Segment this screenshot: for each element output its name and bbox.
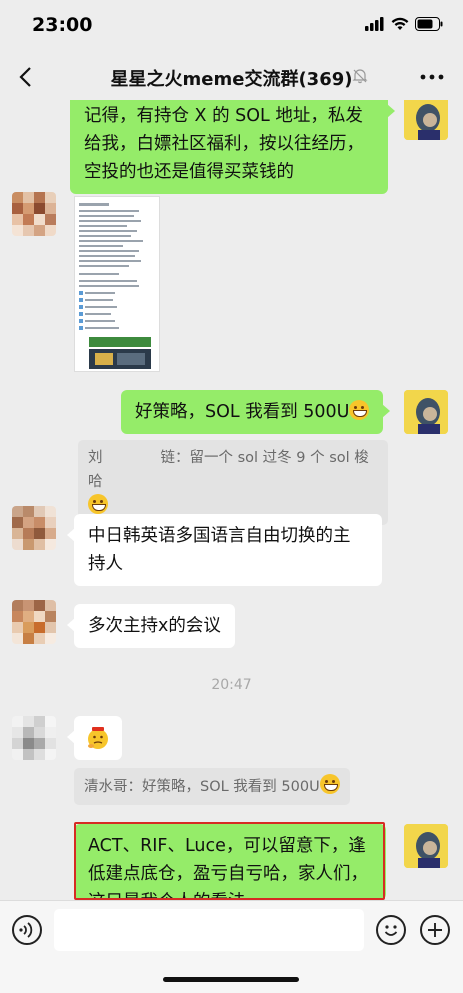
message-bubble-member[interactable]: 多次主持x的会议 [67, 604, 235, 648]
home-indicator [163, 977, 299, 982]
quoted-reply[interactable]: 清水哥：好策略，SOL 我看到 500U [74, 768, 350, 805]
message-line: 记得，有持仓 X 的 SOL 地址，私发 [84, 106, 363, 126]
chat-area[interactable]: 记得，有持仓 X 的 SOL 地址，私发 给我，白嫖社区福利，按以往经历， 空投… [0, 100, 463, 900]
message-line: 持人 [88, 554, 123, 574]
mute-icon [352, 69, 368, 84]
wifi-icon [391, 17, 409, 30]
avatar-self[interactable] [404, 390, 448, 434]
message-input[interactable] [54, 909, 364, 951]
monkey-avatar-icon [404, 390, 448, 434]
message-text: 多次主持x的会议 [88, 616, 221, 636]
quoted-reply[interactable]: 刘 链：留一个 sol 过冬 9 个 sol 梭哈 [78, 440, 388, 525]
status-time: 23:00 [32, 14, 93, 36]
avatar-member[interactable] [12, 192, 56, 236]
screenshot-content-icon [75, 197, 159, 371]
shared-screenshot-image[interactable] [74, 196, 160, 372]
grin-emoji-icon [319, 774, 340, 794]
message-line: 中日韩英语多国语言自由切换的主 [88, 526, 351, 546]
monkey-avatar-icon [404, 824, 448, 868]
quote-text: 刘 链：留一个 sol 过冬 9 个 sol 梭哈 [88, 450, 369, 490]
red-highlight-box [74, 822, 385, 900]
message-bubble-self[interactable]: 记得，有持仓 X 的 SOL 地址，私发 给我，白嫖社区福利，按以往经历， 空投… [70, 100, 395, 194]
more-icon[interactable] [419, 68, 445, 86]
message-bubble-member[interactable] [67, 716, 122, 760]
emoji-icon[interactable] [376, 915, 406, 945]
avatar-member[interactable] [12, 600, 56, 644]
grin-emoji-icon [88, 494, 108, 514]
chat-title: 星星之火meme交流群(369) [110, 69, 353, 90]
battery-icon [415, 17, 443, 31]
message-line: 空投的也还是值得买菜钱的 [84, 162, 294, 182]
voice-icon[interactable] [12, 915, 42, 945]
chat-header: 星星之火meme交流群(369) [0, 50, 463, 104]
avatar-self[interactable] [404, 100, 448, 140]
message-bubble-self[interactable]: 好策略，SOL 我看到 500U [121, 390, 391, 434]
monkey-avatar-icon [404, 100, 448, 140]
signal-icon [365, 17, 384, 31]
message-bubble-member[interactable]: 中日韩英语多国语言自由切换的主 持人 [67, 514, 382, 586]
timestamp: 20:47 [211, 677, 252, 693]
thinking-emoji-icon [88, 727, 108, 749]
avatar-self[interactable] [404, 824, 448, 868]
status-icons [365, 17, 443, 31]
quote-text: 清水哥：好策略，SOL 我看到 500U [84, 779, 320, 795]
plus-icon[interactable] [420, 915, 450, 945]
message-text: 好策略，SOL 我看到 500U [135, 402, 350, 422]
message-line: 给我，白嫖社区福利，按以往经历， [84, 134, 364, 154]
avatar-member[interactable] [12, 506, 56, 550]
avatar-member[interactable] [12, 716, 56, 760]
status-bar: 23:00 [0, 0, 463, 50]
grin-emoji-icon [349, 400, 370, 420]
